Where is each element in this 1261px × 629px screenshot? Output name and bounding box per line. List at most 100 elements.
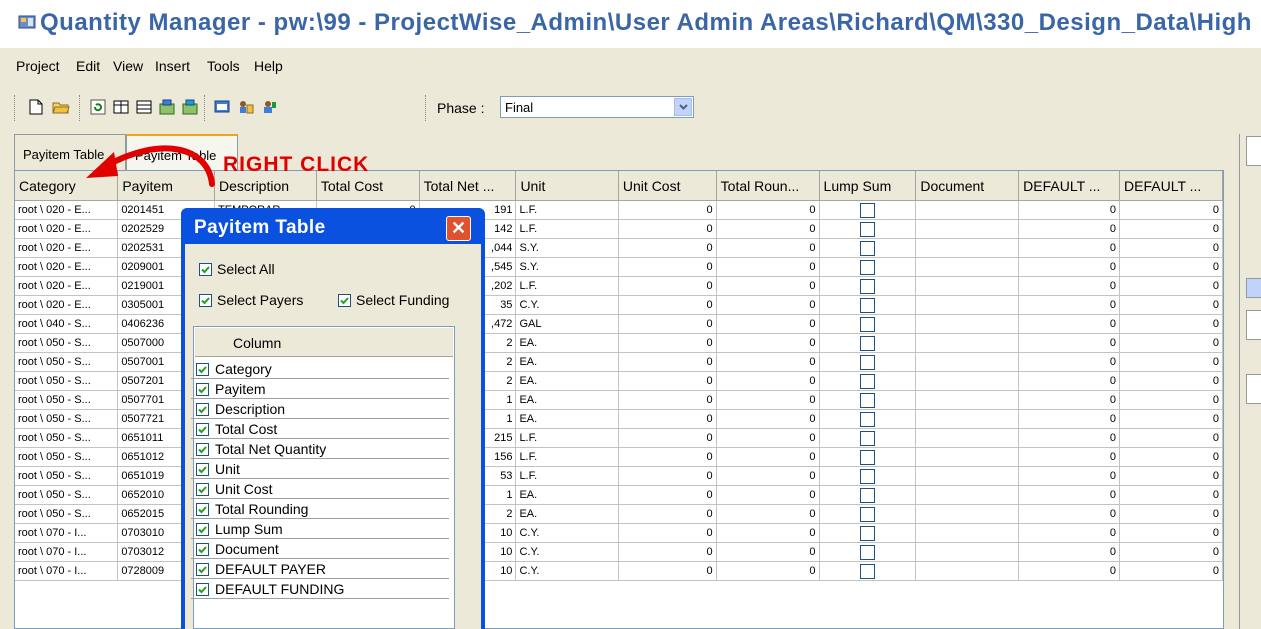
table-cell[interactable] xyxy=(819,295,917,315)
table-cell[interactable] xyxy=(915,257,1020,277)
table-cell[interactable] xyxy=(819,447,917,467)
table-cell[interactable]: 0 xyxy=(618,542,717,562)
column-header[interactable]: Total Net ... xyxy=(419,171,517,201)
table-cell[interactable]: L.F. xyxy=(515,447,619,467)
table-cell[interactable] xyxy=(819,542,917,562)
table-cell[interactable]: 0 xyxy=(1119,276,1223,296)
table-cell[interactable]: 0 xyxy=(618,447,717,467)
table-cell[interactable] xyxy=(819,333,917,353)
table-cell[interactable]: 0 xyxy=(618,257,717,277)
menu-help[interactable]: Help xyxy=(254,58,283,74)
table-cell[interactable]: 0 xyxy=(618,485,717,505)
column-option-checkbox[interactable] xyxy=(196,463,209,476)
table-cell[interactable]: 0 xyxy=(1018,409,1121,429)
lump-sum-checkbox[interactable] xyxy=(859,392,875,408)
table-cell[interactable]: 0 xyxy=(618,523,717,543)
table-cell[interactable] xyxy=(915,523,1020,543)
column-option-checkbox[interactable] xyxy=(196,423,209,436)
table-cell[interactable]: L.F. xyxy=(515,466,619,486)
column-option-checkbox[interactable] xyxy=(196,403,209,416)
table-cell[interactable] xyxy=(915,485,1020,505)
side-panel-tab[interactable] xyxy=(1246,310,1261,340)
column-header[interactable]: Document xyxy=(915,171,1020,201)
table-cell[interactable] xyxy=(915,333,1020,353)
table-cell[interactable]: 0 xyxy=(1018,542,1121,562)
column-header[interactable]: Lump Sum xyxy=(819,171,917,201)
table-cell[interactable]: root \ 020 - E... xyxy=(15,295,119,315)
table-cell[interactable] xyxy=(819,466,917,486)
table-cell[interactable]: 0 xyxy=(618,504,717,524)
menu-edit[interactable]: Edit xyxy=(76,58,100,74)
table-cell[interactable]: 0 xyxy=(1119,504,1223,524)
column-option-checkbox[interactable] xyxy=(196,483,209,496)
table-cell[interactable]: 0 xyxy=(1018,561,1121,581)
table-cell[interactable]: 0 xyxy=(1119,523,1223,543)
column-option[interactable]: Total Net Quantity xyxy=(191,439,457,459)
table-cell[interactable]: 0 xyxy=(1119,333,1223,353)
menu-project[interactable]: Project xyxy=(16,58,60,74)
column-option-checkbox[interactable] xyxy=(196,363,209,376)
lump-sum-checkbox[interactable] xyxy=(859,430,875,446)
table-cell[interactable]: 0 xyxy=(1018,295,1121,315)
side-panel-tab[interactable] xyxy=(1246,374,1261,404)
table-cell[interactable]: 0 xyxy=(716,523,820,543)
table-cell[interactable]: 0 xyxy=(1018,333,1121,353)
column-option[interactable]: Payitem xyxy=(191,379,457,399)
lump-sum-checkbox[interactable] xyxy=(859,221,875,237)
table-cell[interactable]: 0 xyxy=(1119,428,1223,448)
table-cell[interactable]: root \ 020 - E... xyxy=(15,276,119,296)
table-cell[interactable]: 0 xyxy=(1119,561,1223,581)
table-cell[interactable]: C.Y. xyxy=(515,523,619,543)
table-cell[interactable]: 0 xyxy=(716,276,820,296)
close-icon[interactable]: ✕ xyxy=(446,216,471,241)
table-cell[interactable]: 0 xyxy=(1119,295,1223,315)
table-cell[interactable]: 0 xyxy=(1119,447,1223,467)
column-header[interactable]: DEFAULT ... xyxy=(1119,171,1223,201)
lump-sum-checkbox[interactable] xyxy=(859,335,875,351)
table-cell[interactable] xyxy=(915,352,1020,372)
chevron-down-icon[interactable] xyxy=(674,98,692,116)
table-cell[interactable]: L.F. xyxy=(515,428,619,448)
lump-sum-checkbox[interactable] xyxy=(859,373,875,389)
table-cell[interactable] xyxy=(915,276,1020,296)
select-funding-checkbox[interactable] xyxy=(338,294,351,307)
table-cell[interactable]: C.Y. xyxy=(515,561,619,581)
column-option-checkbox[interactable] xyxy=(196,443,209,456)
table-cell[interactable]: root \ 050 - S... xyxy=(15,390,119,410)
table-icon[interactable] xyxy=(110,96,132,118)
table-cell[interactable]: 0 xyxy=(1018,466,1121,486)
table-cell[interactable] xyxy=(819,371,917,391)
menu-view[interactable]: View xyxy=(113,58,143,74)
column-option[interactable]: Description xyxy=(191,399,457,419)
table-cell[interactable]: root \ 050 - S... xyxy=(15,447,119,467)
table-cell[interactable]: 0 xyxy=(716,561,820,581)
column-option-checkbox[interactable] xyxy=(196,523,209,536)
table-cell[interactable]: root \ 070 - I... xyxy=(15,561,119,581)
table-cell[interactable]: EA. xyxy=(515,390,619,410)
open-folder-icon[interactable] xyxy=(50,96,72,118)
table-cell[interactable]: 0 xyxy=(618,200,717,220)
table-cell[interactable]: root \ 050 - S... xyxy=(15,352,119,372)
table-cell[interactable]: 0 xyxy=(1119,314,1223,334)
select-payers-checkbox[interactable] xyxy=(199,294,212,307)
table-cell[interactable] xyxy=(819,219,917,239)
column-option-checkbox[interactable] xyxy=(196,543,209,556)
table-cell[interactable]: 0 xyxy=(618,238,717,258)
table-cell[interactable] xyxy=(819,257,917,277)
table-cell[interactable]: EA. xyxy=(515,333,619,353)
table-cell[interactable]: 0 xyxy=(716,542,820,562)
table-cell[interactable]: 0 xyxy=(618,276,717,296)
table-cell[interactable] xyxy=(819,314,917,334)
lump-sum-checkbox[interactable] xyxy=(859,525,875,541)
table-cell[interactable]: 0 xyxy=(1119,409,1223,429)
payer-icon[interactable] xyxy=(235,96,257,118)
table-cell[interactable]: root \ 070 - I... xyxy=(15,523,119,543)
table-cell[interactable]: 0 xyxy=(618,333,717,353)
funding-icon[interactable] xyxy=(258,96,280,118)
table-cell[interactable]: 0 xyxy=(618,371,717,391)
table-cell[interactable] xyxy=(915,466,1020,486)
table-cell[interactable]: root \ 020 - E... xyxy=(15,200,119,220)
table-cell[interactable]: EA. xyxy=(515,371,619,391)
table-cell[interactable]: root \ 040 - S... xyxy=(15,314,119,334)
lump-sum-checkbox[interactable] xyxy=(859,259,875,275)
